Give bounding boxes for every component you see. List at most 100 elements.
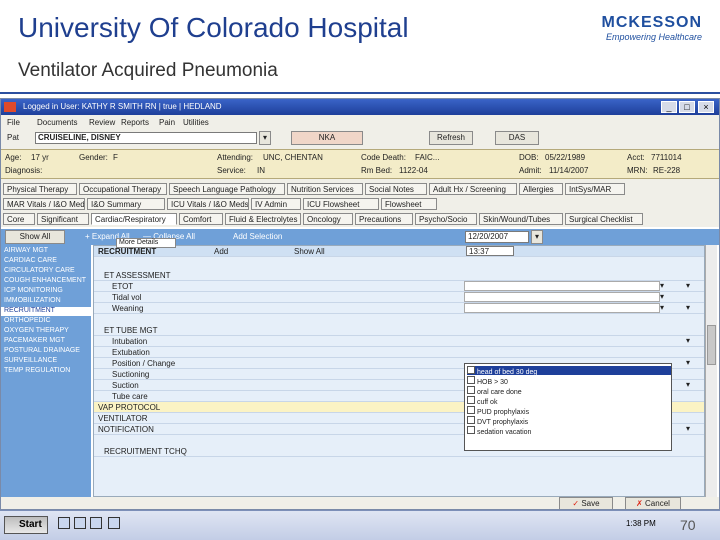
tab-icu-vitals[interactable]: ICU Vitals / I&O Meds (167, 198, 249, 210)
list-item[interactable]: OXYGEN THERAPY (4, 327, 69, 336)
menu-documents[interactable]: Documents (37, 118, 77, 127)
patient-name-field[interactable]: CRUISELINE, DISNEY (35, 132, 257, 144)
time-field[interactable]: 13:37 (466, 246, 514, 256)
chevron-down-icon[interactable]: ▾ (660, 303, 670, 313)
tab-flowsheet[interactable]: Flowsheet (381, 198, 437, 210)
tab-precautions[interactable]: Precautions (355, 213, 413, 225)
attending-label: Attending: (217, 153, 254, 162)
list-item[interactable]: PACEMAKER MGT (4, 337, 65, 346)
check-item[interactable]: sedation vacation (467, 426, 531, 436)
maximize-icon[interactable]: □ (679, 101, 695, 113)
chevron-down-icon[interactable]: ▾ (686, 358, 696, 368)
tab-significant[interactable]: Significant (37, 213, 89, 225)
chevron-down-icon[interactable]: ▾ (660, 281, 670, 291)
grid-row[interactable]: Extubation (94, 347, 704, 358)
tab-skin-wound[interactable]: Skin/Wound/Tubes (479, 213, 563, 225)
etot-input[interactable] (464, 281, 660, 291)
tab-intsys-mar[interactable]: IntSys/MAR (565, 183, 625, 195)
show-all-button[interactable]: Show All (5, 230, 65, 244)
list-item[interactable]: SURVEILLANCE (4, 357, 57, 366)
more-details-button[interactable]: More Details (116, 238, 176, 248)
list-item[interactable]: ICP MONITORING (4, 287, 63, 296)
chevron-down-icon[interactable]: ▾ (686, 336, 696, 346)
chevron-down-icon[interactable]: ▾ (686, 303, 696, 313)
cancel-button[interactable]: ✗ Cancel (625, 497, 681, 509)
tab-io-summary[interactable]: I&O Summary (87, 198, 165, 210)
tab-mar-vitals[interactable]: MAR Vitals / I&O Meds (3, 198, 85, 210)
allergy-badge[interactable]: NKA (291, 131, 363, 145)
tab-psycho-socio[interactable]: Psycho/Socio (415, 213, 477, 225)
grid-row-label: Weaning (112, 304, 144, 313)
list-item[interactable]: POSTURAL DRAINAGE (4, 347, 80, 356)
tab-icu-flowsheet[interactable]: ICU Flowsheet (303, 198, 379, 210)
desktop-icon[interactable] (58, 517, 70, 529)
tab-nutrition[interactable]: Nutrition Services (287, 183, 363, 195)
checkbox[interactable] (467, 416, 475, 424)
check-item[interactable]: PUD prophylaxis (467, 406, 529, 416)
show-all-column-button[interactable]: Show All (294, 247, 325, 256)
list-item[interactable]: ORTHOPEDIC (4, 317, 51, 326)
scrollbar-thumb[interactable] (707, 325, 716, 365)
menu-pain[interactable]: Pain (159, 118, 175, 127)
tidal-vol-input[interactable] (464, 292, 660, 302)
tab-speech-language[interactable]: Speech Language Pathology (169, 183, 285, 195)
vertical-scrollbar[interactable] (705, 245, 717, 497)
list-item-selected[interactable]: RECRUITMENT (1, 307, 91, 316)
add-selection-button[interactable]: Add Selection (233, 232, 282, 241)
tab-physical-therapy[interactable]: Physical Therapy (3, 183, 77, 195)
chevron-down-icon[interactable]: ▾ (686, 380, 696, 390)
checkbox[interactable] (467, 386, 475, 394)
tab-surgical-checklist[interactable]: Surgical Checklist (565, 213, 643, 225)
date-field[interactable]: 12/20/2007 (465, 231, 529, 243)
chevron-down-icon[interactable]: ▾ (686, 424, 696, 434)
tab-oncology[interactable]: Oncology (303, 213, 353, 225)
intervention-list: AIRWAY MGT CARDIAC CARE CIRCULATORY CARE… (1, 245, 91, 497)
check-item[interactable]: cuff ok (467, 396, 497, 406)
menu-file[interactable]: File (7, 118, 20, 127)
menu-reports[interactable]: Reports (121, 118, 149, 127)
tab-occupational-therapy[interactable]: Occupational Therapy (79, 183, 167, 195)
tab-adult-hx[interactable]: Adult Hx / Screening (429, 183, 517, 195)
app-shortcut-icon[interactable] (108, 517, 120, 529)
menu-utilities[interactable]: Utilities (183, 118, 209, 127)
tab-allergies[interactable]: Allergies (519, 183, 563, 195)
add-column-button[interactable]: Add (214, 247, 228, 256)
check-item-selected[interactable]: head of bed 30 deg (467, 366, 671, 376)
checkbox[interactable] (467, 396, 475, 404)
grid-row[interactable]: Intubation (94, 336, 704, 347)
start-button[interactable]: Start (4, 516, 48, 534)
chevron-down-icon[interactable]: ▾ (686, 281, 696, 291)
list-item[interactable]: AIRWAY MGT (4, 247, 48, 256)
minimize-icon[interactable]: _ (661, 101, 677, 113)
das-button[interactable]: DAS (495, 131, 539, 145)
email-icon[interactable] (90, 517, 102, 529)
explorer-icon[interactable] (74, 517, 86, 529)
tab-comfort[interactable]: Comfort (179, 213, 223, 225)
list-item[interactable]: CIRCULATORY CARE (4, 267, 75, 276)
checkbox[interactable] (467, 366, 475, 374)
checkbox[interactable] (467, 426, 475, 434)
close-icon[interactable]: × (698, 101, 714, 113)
chevron-down-icon[interactable]: ▾ (259, 131, 271, 145)
tab-social-notes[interactable]: Social Notes (365, 183, 427, 195)
list-item[interactable]: TEMP REGULATION (4, 367, 70, 376)
check-item[interactable]: HOB > 30 (467, 376, 508, 386)
weaning-input[interactable] (464, 303, 660, 313)
calendar-dropdown-icon[interactable]: ▾ (531, 230, 543, 244)
list-item[interactable]: COUGH ENHANCEMENT (4, 277, 86, 286)
list-item[interactable]: IMMOBILIZATION (4, 297, 61, 306)
check-item[interactable]: DVT prophylaxis (467, 416, 528, 426)
refresh-button[interactable]: Refresh (429, 131, 473, 145)
tab-cardiac-respiratory[interactable]: Cardiac/Respiratory (91, 213, 177, 225)
checkbox[interactable] (467, 406, 475, 414)
tab-fluid-electrolytes[interactable]: Fluid & Electrolytes (225, 213, 301, 225)
tab-core[interactable]: Core (3, 213, 35, 225)
menu-review[interactable]: Review (89, 118, 115, 127)
chevron-down-icon[interactable]: ▾ (660, 292, 670, 302)
vap-checklist-panel: head of bed 30 deg HOB > 30 oral care do… (464, 363, 672, 451)
list-item[interactable]: CARDIAC CARE (4, 257, 57, 266)
check-item[interactable]: oral care done (467, 386, 522, 396)
save-button[interactable]: ✓ Save (559, 497, 613, 509)
tab-iv-admin[interactable]: IV Admin (251, 198, 301, 210)
checkbox[interactable] (467, 376, 475, 384)
